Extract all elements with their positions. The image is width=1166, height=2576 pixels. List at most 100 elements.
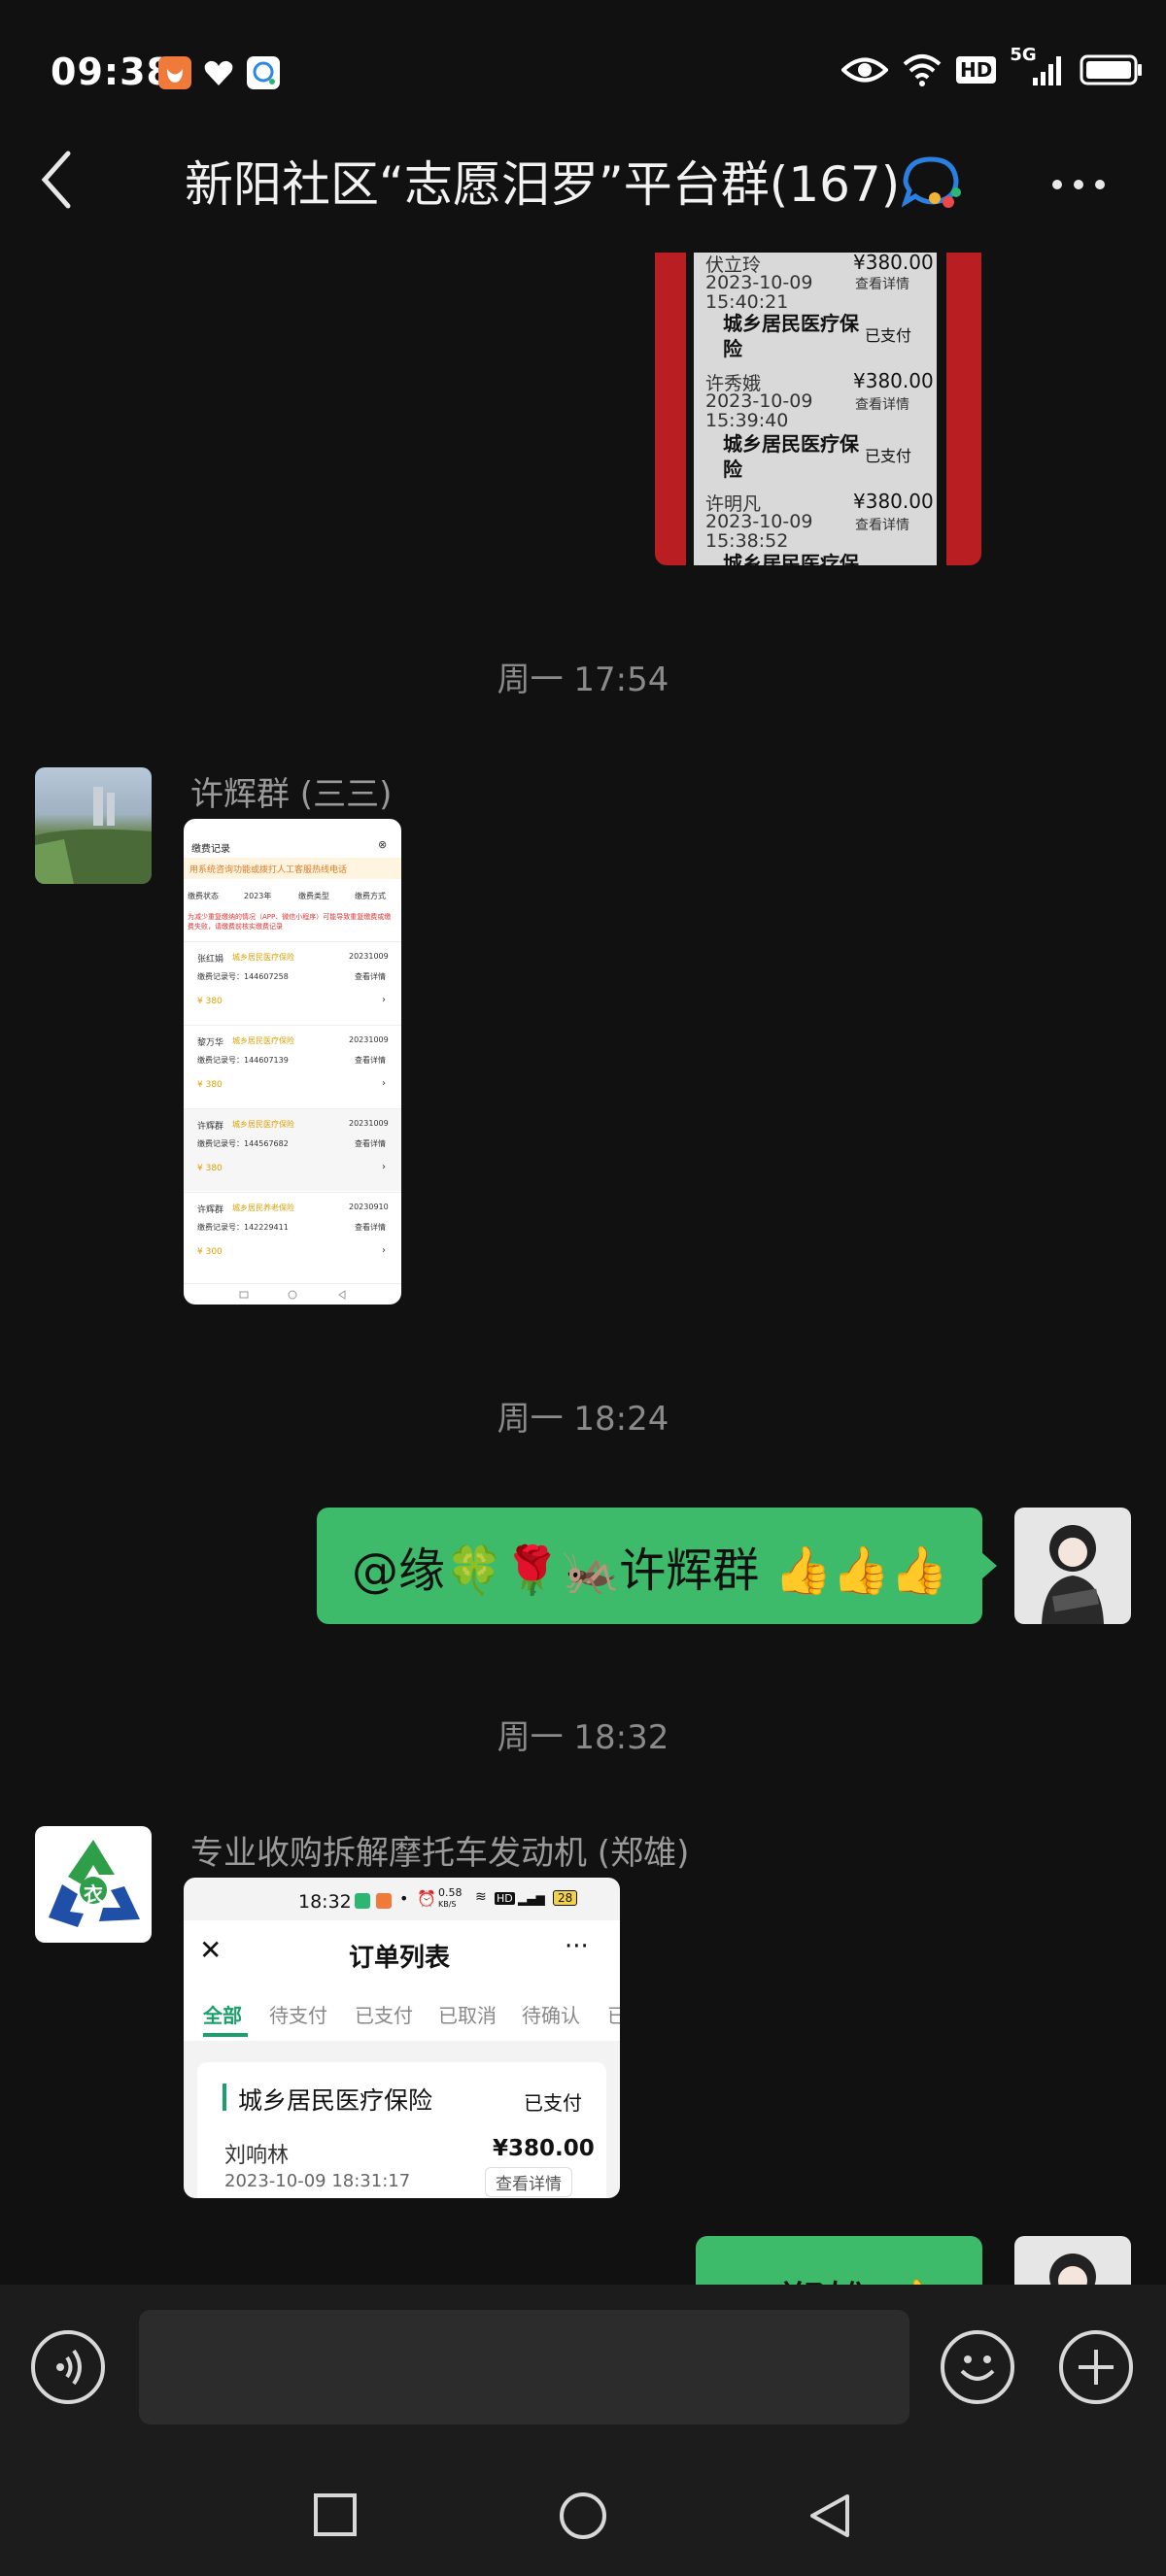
thumb-item: 许辉群 城乡居民医疗保险 20231009 缴费记录号：144567682 查看… bbox=[184, 1108, 401, 1191]
message-input[interactable] bbox=[139, 2310, 909, 2424]
photo-row-category: 城乡居民医疗保险 bbox=[723, 312, 859, 360]
circle-icon bbox=[560, 2492, 606, 2539]
photo-row-action: 查看详情 bbox=[855, 277, 909, 292]
thumb-item-status: 查看详情 bbox=[355, 1139, 386, 1148]
photo-row-status: 已支付 bbox=[865, 447, 912, 465]
thumb-item-status: 查看详情 bbox=[355, 1056, 386, 1065]
timestamp: 周一 17:54 bbox=[497, 661, 669, 699]
shot-amount: ¥380.00 bbox=[493, 2136, 595, 2161]
voice-input-button[interactable] bbox=[31, 2330, 105, 2404]
triangle-back-icon bbox=[810, 2494, 849, 2537]
thumb-chevron-icon: › bbox=[382, 1078, 386, 1089]
photo-row-time: 15:40:21 bbox=[705, 291, 789, 313]
shot-wifi-icon: ≋ bbox=[475, 1889, 487, 1905]
thumb-item-amount: ¥ 380 bbox=[197, 1080, 223, 1090]
my-avatar[interactable] bbox=[1014, 1508, 1131, 1624]
shot-tab: 全部 bbox=[203, 2004, 242, 2027]
shot-category: 城乡居民医疗保险 bbox=[238, 2086, 433, 2115]
shot-tab: 已 bbox=[607, 2004, 620, 2027]
status-indicators: HD 5G bbox=[841, 45, 1144, 89]
shot-datetime: 2023-10-09 18:31:17 bbox=[224, 2171, 411, 2191]
thumb-navbar bbox=[184, 1283, 401, 1305]
thumb-filter: 缴费状态 bbox=[188, 892, 219, 900]
shot-app-icon bbox=[355, 1893, 370, 1909]
thumb-item: 许辉群 城乡居民养老保险 20230910 缴费记录号：142229411 查看… bbox=[184, 1192, 401, 1274]
timestamp: 周一 18:32 bbox=[497, 1718, 669, 1757]
nav-back-button[interactable] bbox=[806, 2492, 853, 2539]
shot-speed: 0.58 KB/S bbox=[438, 1887, 463, 1910]
back-arrow-icon bbox=[41, 151, 71, 209]
photo-row-date: 2023-10-09 bbox=[705, 272, 813, 293]
shot-more-icon: ··· bbox=[565, 1932, 589, 1961]
more-options-button[interactable] bbox=[1049, 165, 1108, 204]
photo-row-category: 城乡居民医疗保 bbox=[723, 552, 859, 565]
thumb-chevron-icon: › bbox=[382, 1162, 386, 1172]
phone-photo-screen: 伏立玲 ¥380.00 2023-10-09 查看详情 15:40:21 城乡居… bbox=[694, 253, 937, 565]
more-functions-button[interactable] bbox=[1059, 2330, 1133, 2404]
photo-row-status: 已支付 bbox=[865, 326, 912, 345]
heart-notification-icon bbox=[202, 56, 235, 89]
home-button[interactable] bbox=[558, 2491, 608, 2541]
thumb-nav-icons bbox=[239, 1290, 346, 1300]
back-button[interactable] bbox=[33, 146, 82, 214]
sender-name: 许辉群 (三三) bbox=[190, 775, 393, 814]
message-text: @缘🍀🌹🦗许辉群 👍👍👍 bbox=[352, 1543, 948, 1598]
shot-detail-button: 查看详情 bbox=[485, 2167, 572, 2197]
shot-speed-value: 0.58 bbox=[438, 1886, 463, 1899]
thumb-item-id: 缴费记录号：144607139 bbox=[197, 1056, 289, 1065]
image-message-photo[interactable]: 伏立玲 ¥380.00 2023-10-09 查看详情 15:40:21 城乡居… bbox=[655, 253, 981, 565]
hd-badge: HD bbox=[956, 56, 997, 84]
thumb-item-name: 黎万华 bbox=[197, 1038, 224, 1048]
more-dots-icon bbox=[1052, 180, 1105, 189]
my-avatar[interactable] bbox=[1014, 2236, 1131, 2285]
thumb-item-id: 缴费记录号：144607258 bbox=[197, 972, 289, 981]
avatar[interactable]: 衣 bbox=[35, 1826, 152, 1943]
chat-message-list[interactable]: 伏立玲 ¥380.00 2023-10-09 查看详情 15:40:21 城乡居… bbox=[0, 253, 1166, 2285]
thumb-title: 缴费记录 bbox=[191, 844, 230, 855]
outgoing-message-bubble[interactable]: @缘🍀🌹🦗许辉群 👍👍👍 bbox=[317, 1508, 982, 1624]
outgoing-message-bubble[interactable]: @郑雄 👍 bbox=[696, 2236, 982, 2285]
photo-row-date: 2023-10-09 bbox=[705, 390, 813, 412]
thumb-item-tag: 城乡居民医疗保险 bbox=[232, 1036, 294, 1045]
photo-row-time: 15:39:40 bbox=[705, 410, 789, 431]
thumb-item-status: 查看详情 bbox=[355, 972, 386, 981]
eye-icon bbox=[841, 57, 888, 83]
thumb-item-date: 20231009 bbox=[349, 1035, 389, 1044]
thumb-filter: 2023年 bbox=[244, 892, 272, 900]
emoji-button[interactable] bbox=[941, 2330, 1014, 2404]
shot-tab: 待支付 bbox=[269, 2004, 327, 2027]
status-time: 09:38 bbox=[51, 51, 173, 93]
battery-icon bbox=[1080, 54, 1143, 85]
thumb-item-tag: 城乡居民医疗保险 bbox=[232, 1120, 294, 1129]
group-chat-icon bbox=[901, 155, 964, 214]
thumb-item: 黎万华 城乡居民医疗保险 20231009 缴费记录号：144607139 查看… bbox=[184, 1025, 401, 1107]
app-notification-icon bbox=[158, 56, 191, 89]
photo-row-amount: ¥380.00 bbox=[853, 253, 934, 274]
shot-signal-icon: ▂▄▆ bbox=[518, 1892, 545, 1906]
signal-strength: 5G bbox=[1010, 45, 1066, 89]
thumb-filter: 缴费类型 bbox=[298, 892, 329, 900]
photo-row-date: 2023-10-09 bbox=[705, 511, 813, 532]
avatar[interactable] bbox=[35, 767, 152, 884]
image-message-screenshot[interactable]: 18:32 • ⏰ 0.58 KB/S ≋ HD ▂▄▆ 28 ✕ 订单列表 ··… bbox=[184, 1878, 620, 2198]
smiley-icon bbox=[960, 2356, 995, 2381]
shot-alarm-icon: ⏰ bbox=[417, 1889, 436, 1908]
shot-status: 已支付 bbox=[524, 2091, 582, 2115]
photo-row-amount: ¥380.00 bbox=[853, 369, 934, 392]
thumb-item-amount: ¥ 380 bbox=[197, 997, 223, 1006]
shot-app-icon bbox=[376, 1893, 392, 1909]
shot-close-icon: ✕ bbox=[199, 1934, 223, 1966]
square-icon bbox=[314, 2493, 357, 2536]
thumb-close-icon: ⊗ bbox=[378, 838, 388, 851]
image-message-screenshot[interactable]: 缴费记录 ⊗ 用系统咨询功能或拨打人工客服热线电话 缴费状态 2023年 缴费类… bbox=[184, 819, 401, 1305]
chat-notification-icon bbox=[247, 56, 280, 89]
thumb-item-tag: 城乡居民医疗保险 bbox=[232, 953, 294, 962]
bubble-tail bbox=[981, 1552, 997, 1579]
thumb-item-name: 许辉群 bbox=[197, 1205, 224, 1215]
chat-title: 新阳社区“志愿汨罗”平台群(167) bbox=[185, 146, 900, 216]
shot-card-accent bbox=[223, 2084, 226, 2111]
recents-button[interactable] bbox=[313, 2492, 358, 2537]
sender-name: 专业收购拆解摩托车发动机 (郑雄) bbox=[190, 1834, 690, 1873]
shot-status-time: 18:32 bbox=[298, 1891, 352, 1913]
thumb-note: 为减少重复缴纳的情况（APP、微信小程序）可能导致重复缴费或缴费失败，请缴费前核… bbox=[188, 913, 392, 931]
